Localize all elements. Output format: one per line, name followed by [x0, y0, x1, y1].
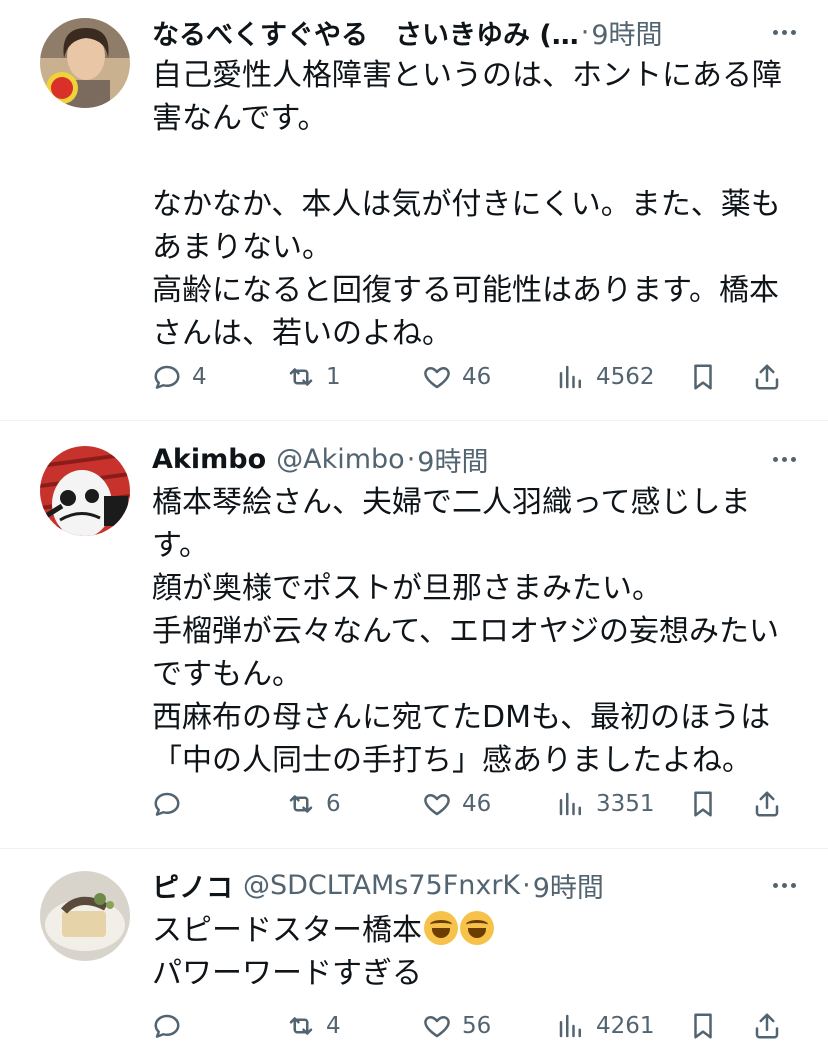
avatar-1[interactable]: [40, 18, 130, 108]
view-count: 4261: [596, 1013, 655, 1039]
bookmark-icon: [694, 1013, 712, 1039]
repost-count: 1: [326, 364, 341, 390]
more-options-icon[interactable]: [764, 12, 804, 52]
avatar-2[interactable]: [40, 446, 130, 536]
bookmark-button[interactable]: [688, 784, 718, 824]
like-count: 56: [462, 1013, 492, 1039]
like-button[interactable]: 46: [422, 784, 491, 824]
display-name[interactable]: Akimbo: [152, 444, 266, 475]
rolling-on-floor-laughing-emoji-icon: [460, 911, 494, 945]
heart-icon: [424, 367, 450, 389]
share-icon: [755, 364, 779, 390]
post-3-header: ピノコ @SDCLTAMs75FnxrK · 9時間: [152, 865, 804, 905]
separator-dot: ·: [522, 869, 531, 901]
post-3-actions: 4 56 4261: [152, 1006, 792, 1046]
text-line: さんは、若いのよね。: [152, 316, 452, 351]
display-name[interactable]: ピノコ: [152, 866, 233, 905]
repost-count: 4: [326, 1013, 341, 1039]
text-line: あまりない。: [152, 230, 332, 265]
reply-icon: [154, 792, 180, 816]
text-line: 害なんです。: [152, 101, 328, 136]
post-1-header: なるべくすぐやる さいきゆみ (… · 9時間: [152, 12, 804, 52]
views-chart-icon: [559, 365, 581, 389]
more-options-icon[interactable]: [764, 439, 804, 479]
timestamp[interactable]: 9時間: [417, 440, 488, 479]
bookmark-icon: [694, 791, 712, 817]
text-line: 自己愛性人格障害というのは、ホントにある障: [152, 58, 782, 93]
text-line: 手榴弾が云々なんて、エロオヤジの妄想みたい: [152, 614, 779, 649]
text-fragment: スピードスター橋本: [152, 913, 422, 948]
reply-icon: [154, 365, 180, 389]
like-count: 46: [462, 791, 492, 817]
share-icon: [755, 1013, 779, 1039]
bookmark-icon: [694, 364, 712, 390]
like-button[interactable]: 56: [422, 1006, 491, 1046]
repost-icon: [289, 368, 313, 386]
display-name[interactable]: なるべくすぐやる さいきゆみ (…: [152, 13, 579, 52]
views-button[interactable]: 3351: [556, 784, 655, 824]
share-icon: [755, 791, 779, 817]
share-button[interactable]: [752, 784, 782, 824]
post-3-text: スピードスター橋本 パワーワードすぎる: [152, 909, 802, 995]
reply-icon: [154, 1014, 180, 1038]
text-line: なかなか、本人は気が付きにくい。また、薬も: [152, 187, 781, 222]
repost-icon: [289, 795, 313, 813]
reply-button[interactable]: [152, 784, 192, 824]
share-button[interactable]: [752, 357, 782, 397]
reply-button[interactable]: 4: [152, 357, 207, 397]
heart-icon: [424, 1016, 450, 1038]
repost-button[interactable]: 1: [286, 357, 341, 397]
repost-icon: [289, 1017, 313, 1035]
text-line: す。: [152, 528, 209, 563]
bookmark-button[interactable]: [688, 1006, 718, 1046]
views-chart-icon: [559, 1014, 581, 1038]
text-line: パワーワードすぎる: [152, 956, 422, 991]
user-handle[interactable]: @SDCLTAMs75FnxrK: [243, 870, 520, 901]
post-2-text: 橋本琴絵さん、夫婦で二人羽織って感じしま す。 顔が奥様でポストが旦那さまみたい…: [152, 481, 802, 782]
avatar-3[interactable]: [40, 871, 130, 961]
views-button[interactable]: 4261: [556, 1006, 655, 1046]
text-line: 西麻布の母さんに宛てたDMも、最初のほうは: [152, 700, 771, 735]
text-line: スピードスター橋本: [152, 909, 802, 952]
text-line: ですもん。: [152, 657, 302, 692]
views-button[interactable]: 4562: [556, 357, 655, 397]
separator-dot: ·: [580, 16, 590, 48]
repost-button[interactable]: 6: [286, 784, 341, 824]
bookmark-button[interactable]: [688, 357, 718, 397]
text-line: 高齢になると回復する可能性はあります。橋本: [152, 273, 779, 308]
reply-button[interactable]: [152, 1006, 192, 1046]
post-1-actions: 4 1 46 4562: [152, 357, 792, 397]
view-count: 4562: [596, 364, 655, 390]
heart-icon: [424, 794, 450, 816]
reply-count: 4: [192, 364, 207, 390]
like-count: 46: [462, 364, 492, 390]
text-line: 「中の人同士の手打ち」感ありましたよね。: [152, 743, 752, 778]
timestamp[interactable]: 9時間: [533, 866, 604, 905]
post-2-actions: 6 46 3351: [152, 784, 792, 824]
repost-button[interactable]: 4: [286, 1006, 341, 1046]
post-2-header: Akimbo @Akimbo · 9時間: [152, 439, 804, 479]
separator-dot: ·: [406, 443, 416, 475]
views-chart-icon: [559, 792, 581, 816]
share-button[interactable]: [752, 1006, 782, 1046]
repost-count: 6: [326, 791, 341, 817]
like-button[interactable]: 46: [422, 357, 491, 397]
text-line: 顔が奥様でポストが旦那さまみたい。: [152, 571, 662, 606]
view-count: 3351: [596, 791, 655, 817]
more-options-icon[interactable]: [764, 865, 804, 905]
user-handle[interactable]: @Akimbo: [276, 444, 405, 475]
post-1-text: 自己愛性人格障害というのは、ホントにある障 害なんです。 なかなか、本人は気が付…: [152, 54, 802, 355]
rolling-on-floor-laughing-emoji-icon: [424, 911, 458, 945]
post-3[interactable]: ピノコ @SDCLTAMs75FnxrK · 9時間 スピードスター橋本 パワー…: [0, 849, 828, 1064]
post-2[interactable]: Akimbo @Akimbo · 9時間 橋本琴絵さん、夫婦で二人羽織って感じし…: [0, 421, 828, 848]
timestamp[interactable]: 9時間: [591, 13, 662, 52]
post-1[interactable]: なるべくすぐやる さいきゆみ (… · 9時間 自己愛性人格障害というのは、ホン…: [0, 0, 828, 420]
text-line: 橋本琴絵さん、夫婦で二人羽織って感じしま: [152, 485, 751, 520]
